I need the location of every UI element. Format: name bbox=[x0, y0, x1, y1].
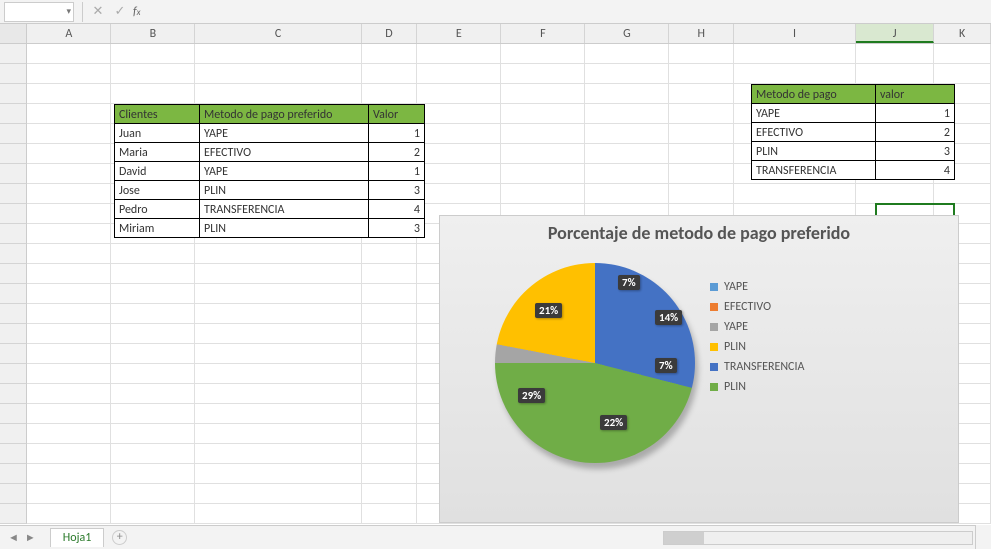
row-header[interactable] bbox=[0, 444, 27, 464]
col-header-F[interactable]: F bbox=[501, 24, 585, 43]
table-row[interactable]: JosePLIN3 bbox=[115, 181, 425, 200]
row-header[interactable] bbox=[0, 344, 27, 364]
table-row[interactable]: EFECTIVO2 bbox=[752, 123, 955, 142]
col-header-I[interactable]: I bbox=[734, 24, 856, 43]
table-clientes[interactable]: ClientesMetodo de pago preferidoValorJua… bbox=[114, 104, 425, 238]
pie-data-label: 14% bbox=[655, 310, 682, 325]
col-header-H[interactable]: H bbox=[669, 24, 734, 43]
row-header[interactable] bbox=[0, 164, 27, 184]
table-row[interactable]: PLIN3 bbox=[752, 142, 955, 161]
pie-area: 7% 14% 7% 22% 29% 21% bbox=[480, 248, 710, 478]
row-header[interactable] bbox=[0, 44, 27, 64]
tab-nav-next-icon[interactable]: ► bbox=[23, 531, 38, 544]
chart-title: Porcentaje de metodo de pago preferido bbox=[440, 216, 958, 244]
row-header[interactable] bbox=[0, 144, 27, 164]
col-header-C[interactable]: C bbox=[195, 24, 361, 43]
col-header-J[interactable]: J bbox=[856, 24, 934, 43]
row-header[interactable] bbox=[0, 484, 27, 504]
legend-item: YAPE bbox=[710, 320, 804, 334]
row-header[interactable] bbox=[0, 124, 27, 144]
table-metodos[interactable]: Metodo de pagovalorYAPE1EFECTIVO2PLIN3TR… bbox=[751, 84, 955, 180]
pie-data-label: 29% bbox=[518, 388, 545, 403]
row-header[interactable] bbox=[0, 364, 27, 384]
col-header-K[interactable]: K bbox=[934, 24, 991, 43]
sheet-tab-active[interactable]: Hoja1 bbox=[50, 528, 105, 547]
table-header[interactable]: Metodo de pago bbox=[752, 85, 876, 104]
col-header-E[interactable]: E bbox=[417, 24, 501, 43]
row-header[interactable] bbox=[0, 504, 27, 524]
chart-legend: YAPE EFECTIVO YAPE PLIN TRANSFERENCIA PLIN bbox=[710, 274, 804, 488]
col-header-G[interactable]: G bbox=[585, 24, 669, 43]
add-sheet-button[interactable]: + bbox=[112, 530, 127, 545]
cancel-icon: ✕ bbox=[87, 4, 109, 19]
chevron-down-icon[interactable]: ▾ bbox=[66, 6, 71, 17]
pie-data-label: 7% bbox=[655, 358, 677, 373]
row-header[interactable] bbox=[0, 204, 27, 224]
pie-data-label: 22% bbox=[600, 415, 627, 430]
formula-bar: ▾ ✕ ✓ fx bbox=[0, 0, 991, 24]
row-header[interactable] bbox=[0, 424, 27, 444]
table-row[interactable]: DavidYAPE1 bbox=[115, 162, 425, 181]
row-header[interactable] bbox=[0, 184, 27, 204]
col-header-D[interactable]: D bbox=[362, 24, 418, 43]
row-header[interactable] bbox=[0, 324, 27, 344]
row-header[interactable] bbox=[0, 224, 27, 244]
enter-icon: ✓ bbox=[109, 4, 131, 19]
row-header[interactable] bbox=[0, 304, 27, 324]
pie-data-label: 7% bbox=[618, 275, 640, 290]
table-header[interactable]: Metodo de pago preferido bbox=[200, 105, 369, 124]
row-header[interactable] bbox=[0, 104, 27, 124]
chart-pie[interactable]: Porcentaje de metodo de pago preferido 7… bbox=[439, 215, 959, 523]
legend-item: PLIN bbox=[710, 380, 804, 394]
table-row[interactable]: JuanYAPE1 bbox=[115, 124, 425, 143]
legend-item: TRANSFERENCIA bbox=[710, 360, 804, 374]
legend-item: EFECTIVO bbox=[710, 300, 804, 314]
fx-icon[interactable]: fx bbox=[131, 5, 147, 19]
row-header[interactable] bbox=[0, 384, 27, 404]
col-header-A[interactable]: A bbox=[27, 24, 111, 43]
col-header-B[interactable]: B bbox=[111, 24, 195, 43]
column-headers: ABCDEFGHIJK bbox=[0, 24, 991, 44]
row-header[interactable] bbox=[0, 84, 27, 104]
legend-item: YAPE bbox=[710, 280, 804, 294]
legend-item: PLIN bbox=[710, 340, 804, 354]
sheet-tab-bar: ◄ ► Hoja1 + bbox=[0, 525, 991, 549]
formula-input[interactable] bbox=[147, 2, 991, 22]
row-header[interactable] bbox=[0, 264, 27, 284]
tab-nav[interactable]: ◄ ► bbox=[0, 531, 44, 544]
row-header[interactable] bbox=[0, 404, 27, 424]
table-row[interactable]: YAPE1 bbox=[752, 104, 955, 123]
table-row[interactable]: MariaEFECTIVO2 bbox=[115, 143, 425, 162]
table-header[interactable]: Clientes bbox=[115, 105, 200, 124]
table-header[interactable]: valor bbox=[876, 85, 955, 104]
tab-nav-prev-icon[interactable]: ◄ bbox=[6, 531, 21, 544]
horizontal-scrollbar[interactable] bbox=[663, 531, 973, 545]
row-header[interactable] bbox=[0, 64, 27, 84]
table-row[interactable]: PedroTRANSFERENCIA4 bbox=[115, 200, 425, 219]
select-all-corner[interactable] bbox=[0, 24, 27, 43]
row-header[interactable] bbox=[0, 284, 27, 304]
pie-data-label: 21% bbox=[535, 303, 562, 318]
table-row[interactable]: MiriamPLIN3 bbox=[115, 219, 425, 238]
table-row[interactable]: TRANSFERENCIA4 bbox=[752, 161, 955, 180]
row-header[interactable] bbox=[0, 244, 27, 264]
row-header[interactable] bbox=[0, 464, 27, 484]
table-header[interactable]: Valor bbox=[369, 105, 425, 124]
name-box[interactable]: ▾ bbox=[4, 2, 74, 22]
